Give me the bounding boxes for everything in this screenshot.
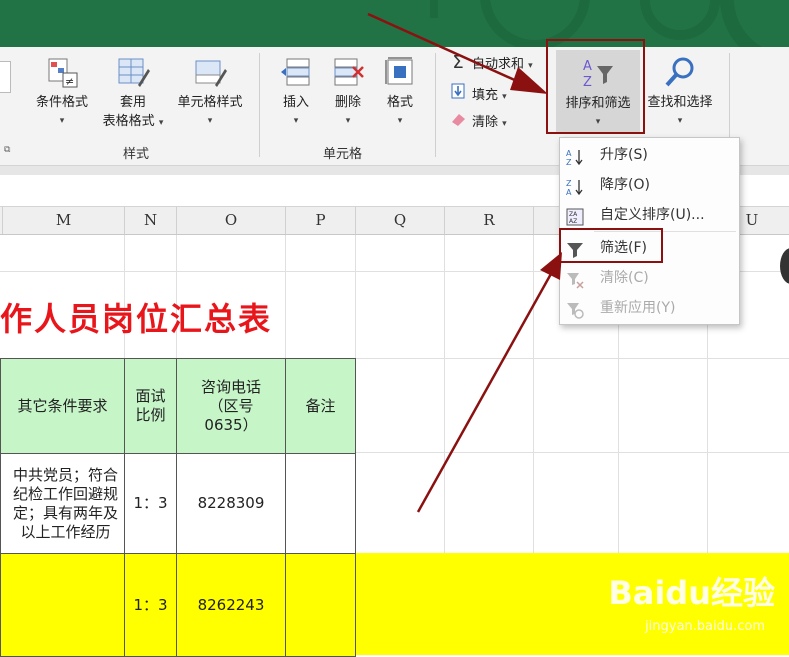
annotation-arrowhead-1 xyxy=(510,67,548,94)
annotation-arrow-1 xyxy=(367,12,529,88)
annotation-arrows xyxy=(367,12,562,513)
baidu-watermark: Baidu经验 xyxy=(608,574,775,612)
annotation-arrow-2 xyxy=(416,271,554,513)
baidu-watermark-url: jingyan.baidu.com xyxy=(645,619,765,634)
